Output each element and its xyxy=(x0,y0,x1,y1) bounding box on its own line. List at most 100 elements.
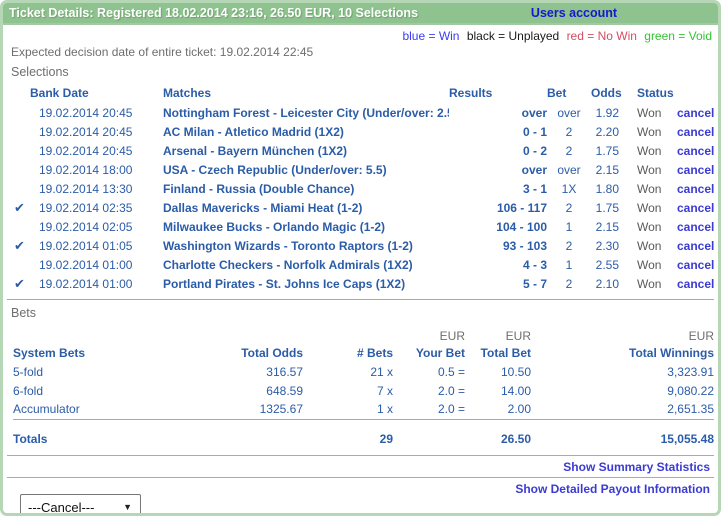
num-bets-value: 7 x xyxy=(313,381,393,400)
match-name: AC Milan - Atletico Madrid (1X2) xyxy=(159,122,449,141)
col-header-bank-date: Bank Date xyxy=(13,82,159,103)
status-value: Won xyxy=(637,198,677,217)
match-name: Charlotte Checkers - Norfolk Admirals (1… xyxy=(159,255,449,274)
match-name: Washington Wizards - Toronto Raptors (1-… xyxy=(159,236,449,255)
cancel-selection-link[interactable]: cancel xyxy=(677,163,714,177)
col-header-matches: Matches xyxy=(159,82,449,103)
cancel-selection-link[interactable]: cancel xyxy=(677,277,714,291)
match-date: 19.02.2014 01:05 xyxy=(39,236,159,255)
total-odds-value: 648.59 xyxy=(213,381,313,400)
col-header-bet: Bet xyxy=(547,82,591,103)
bet-pick: 2 xyxy=(547,122,591,141)
col-header-odds: Odds xyxy=(591,82,637,103)
bet-pick: 1 xyxy=(547,217,591,236)
selection-row: 19.02.2014 20:45 Nottingham Forest - Lei… xyxy=(13,103,714,122)
bet-pick: 2 xyxy=(547,236,591,255)
selection-row: 19.02.2014 13:30 Finland - Russia (Doubl… xyxy=(13,179,714,198)
total-odds-value: 316.57 xyxy=(213,362,313,381)
totals-label: Totals xyxy=(13,419,213,455)
match-date: 19.02.2014 18:00 xyxy=(39,160,159,179)
currency-label: EUR xyxy=(531,328,714,344)
cancel-selection-link[interactable]: cancel xyxy=(677,201,714,215)
odds-value: 2.55 xyxy=(591,255,637,274)
match-result: 5 - 7 xyxy=(449,274,547,293)
match-name: Portland Pirates - St. Johns Ice Caps (1… xyxy=(159,274,449,293)
dropdown-arrow-icon: ▼ xyxy=(123,502,132,512)
cancel-selection-link[interactable]: cancel xyxy=(677,239,714,253)
totals-row: Totals 29 26.50 15,055.48 xyxy=(13,419,714,455)
status-value: Won xyxy=(637,255,677,274)
odds-value: 2.30 xyxy=(591,236,637,255)
col-header-your-bet: Your Bet xyxy=(393,344,465,362)
col-header-num-bets: # Bets xyxy=(313,344,393,362)
bank-check-icon: ✔ xyxy=(13,276,25,291)
totals-num-bets: 29 xyxy=(313,419,393,455)
status-value: Won xyxy=(637,103,677,122)
selection-row: ✔ 19.02.2014 02:35 Dallas Mavericks - Mi… xyxy=(13,198,714,217)
bets-table: EUR EUR EUR System Bets Total Odds # Bet… xyxy=(13,328,714,455)
bet-pick: 1 xyxy=(547,255,591,274)
cancel-dropdown[interactable]: ---Cancel--- ▼ xyxy=(20,494,141,516)
your-bet-value: 2.0 = xyxy=(393,381,465,400)
legend-unplayed: black = Unplayed xyxy=(467,29,559,43)
cancel-selection-link[interactable]: cancel xyxy=(677,258,714,272)
selections-section-label: Selections xyxy=(3,65,718,80)
total-bet-value: 10.50 xyxy=(465,362,531,381)
currency-label: EUR xyxy=(465,328,531,344)
legend-win: blue = Win xyxy=(402,29,459,43)
col-header-results: Results xyxy=(449,82,547,103)
match-result: 0 - 1 xyxy=(449,122,547,141)
show-summary-statistics-link[interactable]: Show Summary Statistics xyxy=(563,460,710,474)
match-name: Arsenal - Bayern München (1X2) xyxy=(159,141,449,160)
odds-value: 1.75 xyxy=(591,141,637,160)
users-account-link[interactable]: Users account xyxy=(430,6,718,20)
match-date: 19.02.2014 20:45 xyxy=(39,141,159,160)
selection-row: ✔ 19.02.2014 01:00 Portland Pirates - St… xyxy=(13,274,714,293)
bet-pick: 2 xyxy=(547,274,591,293)
page-title: Ticket Details: Registered 18.02.2014 23… xyxy=(3,6,430,20)
legend-no-win: red = No Win xyxy=(567,29,637,43)
odds-value: 2.15 xyxy=(591,217,637,236)
status-color-legend: blue = Win black = Unplayed red = No Win… xyxy=(3,29,718,43)
cancel-dropdown-value: ---Cancel--- xyxy=(28,500,94,515)
selection-row: 19.02.2014 20:45 AC Milan - Atletico Mad… xyxy=(13,122,714,141)
odds-value: 2.20 xyxy=(591,122,637,141)
cancel-selection-link[interactable]: cancel xyxy=(677,106,714,120)
cancel-selection-link[interactable]: cancel xyxy=(677,182,714,196)
cancel-selection-link[interactable]: cancel xyxy=(677,220,714,234)
bank-check-icon xyxy=(13,162,14,177)
bank-check-icon xyxy=(13,219,14,234)
title-bar: Ticket Details: Registered 18.02.2014 23… xyxy=(3,3,718,25)
expected-decision-date: Expected decision date of entire ticket:… xyxy=(3,45,718,59)
total-winnings-value: 2,651.35 xyxy=(531,400,714,419)
selection-row: 19.02.2014 02:05 Milwaukee Bucks - Orlan… xyxy=(13,217,714,236)
status-value: Won xyxy=(637,141,677,160)
system-bet-name: 5-fold xyxy=(13,362,213,381)
match-result: over xyxy=(449,160,547,179)
col-header-total-bet: Total Bet xyxy=(465,344,531,362)
match-result: 4 - 3 xyxy=(449,255,547,274)
bank-check-icon: ✔ xyxy=(13,238,25,253)
num-bets-value: 1 x xyxy=(313,400,393,419)
col-header-status: Status xyxy=(637,82,677,103)
match-date: 19.02.2014 02:05 xyxy=(39,217,159,236)
cancel-selection-link[interactable]: cancel xyxy=(677,144,714,158)
cancel-selection-link[interactable]: cancel xyxy=(677,125,714,139)
match-result: 0 - 2 xyxy=(449,141,547,160)
bank-check-icon xyxy=(13,105,14,120)
total-bet-value: 14.00 xyxy=(465,381,531,400)
status-value: Won xyxy=(637,122,677,141)
match-name: Dallas Mavericks - Miami Heat (1-2) xyxy=(159,198,449,217)
your-bet-value: 2.0 = xyxy=(393,400,465,419)
match-name: Finland - Russia (Double Chance) xyxy=(159,179,449,198)
match-date: 19.02.2014 02:35 xyxy=(39,198,159,217)
section-divider xyxy=(7,299,714,300)
odds-value: 1.75 xyxy=(591,198,637,217)
selection-row: 19.02.2014 01:00 Charlotte Checkers - No… xyxy=(13,255,714,274)
col-header-system-bets: System Bets xyxy=(13,344,213,362)
status-value: Won xyxy=(637,179,677,198)
num-bets-value: 21 x xyxy=(313,362,393,381)
match-result: 106 - 117 xyxy=(449,198,547,217)
bank-check-icon xyxy=(13,124,14,139)
show-detailed-payout-link[interactable]: Show Detailed Payout Information xyxy=(515,482,710,496)
